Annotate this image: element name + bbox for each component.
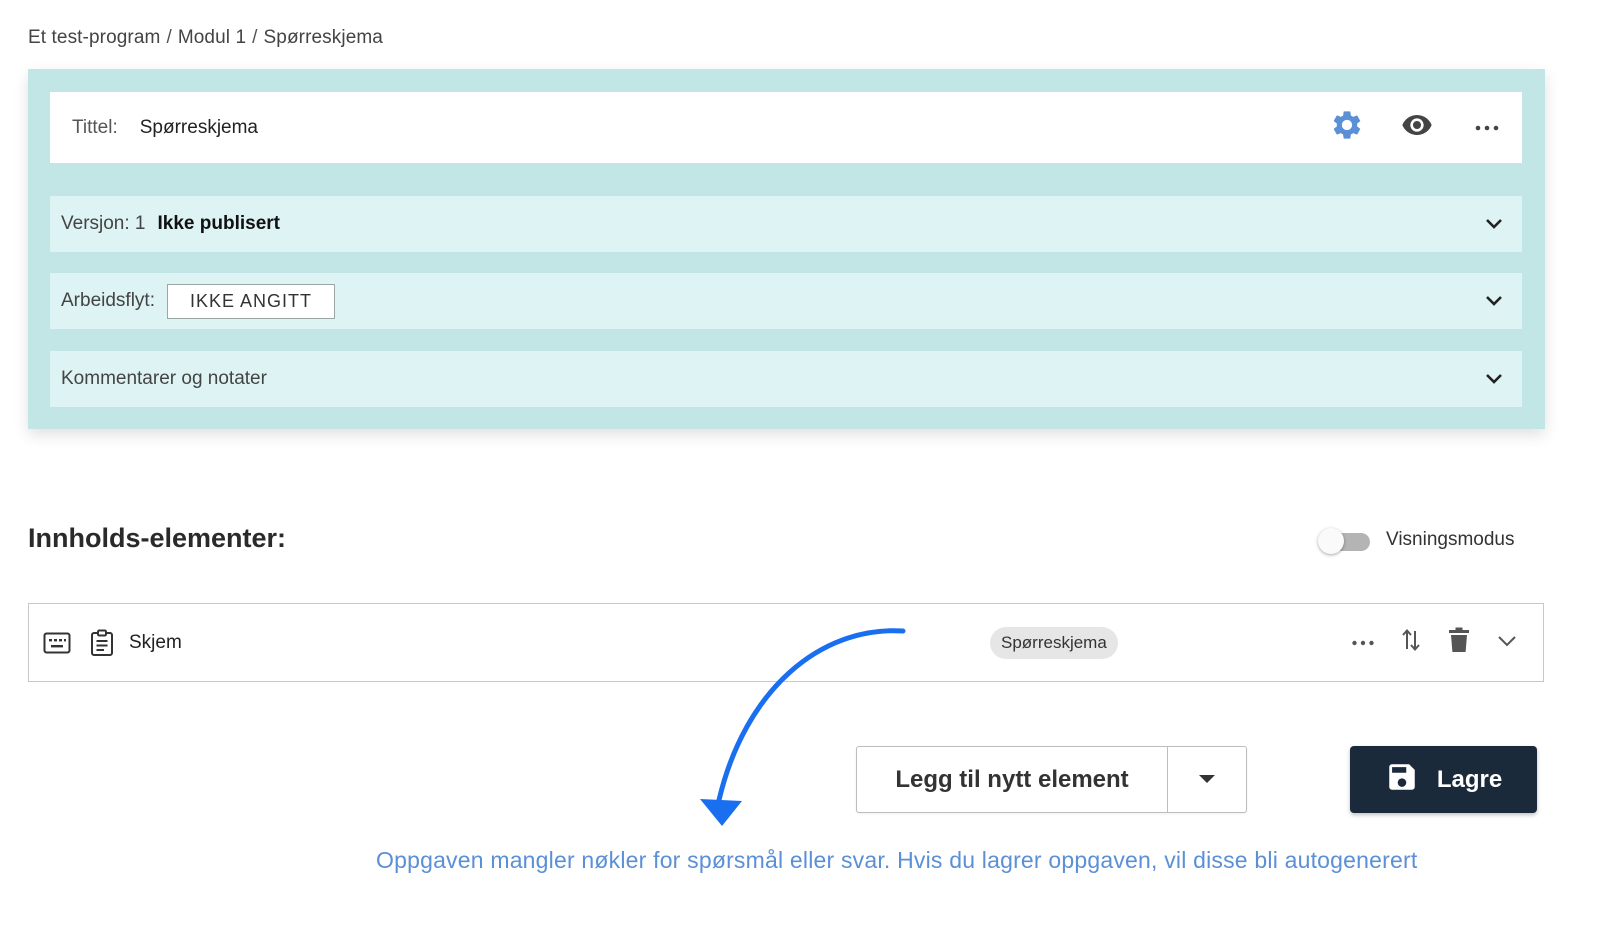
preview-button[interactable] — [1382, 92, 1452, 163]
breadcrumb-separator: / — [252, 27, 258, 48]
caret-down-icon — [1198, 771, 1216, 789]
element-more-button[interactable] — [1339, 619, 1387, 667]
element-type-chip: Spørreskjema — [990, 627, 1118, 659]
workflow-status-badge[interactable]: IKKE ANGITT — [166, 283, 336, 319]
trash-icon — [1448, 627, 1470, 658]
comments-label: Kommentarer og notater — [61, 368, 267, 389]
more-horizontal-icon — [1351, 634, 1375, 652]
chevron-down-icon — [1484, 196, 1504, 252]
version-status: Ikke publisert — [157, 213, 281, 234]
chevron-down-icon — [1497, 634, 1517, 652]
chevron-down-icon — [1484, 351, 1504, 407]
reorder-icon — [1401, 627, 1421, 658]
view-mode-label: Visningsmodus — [1386, 529, 1515, 550]
autogenerate-keys-warning: Oppgaven mangler nøkler for spørsmål ell… — [376, 847, 1418, 873]
breadcrumb-item-program[interactable]: Et test-program — [28, 27, 160, 48]
content-elements-title: Innholds-elementer: — [28, 523, 287, 553]
title-label: Tittel: — [72, 116, 118, 138]
clipboard-icon — [90, 604, 114, 681]
toggle-switch[interactable] — [1318, 528, 1370, 554]
breadcrumb-separator: / — [166, 27, 172, 48]
chevron-down-icon — [1484, 273, 1504, 329]
title-value[interactable]: Spørreskjema — [140, 117, 258, 139]
keyboard-icon — [43, 604, 71, 681]
save-icon — [1385, 760, 1419, 799]
workflow-label: Arbeidsflyt: — [61, 290, 155, 311]
view-mode-toggle[interactable]: Visningsmodus — [1318, 528, 1515, 554]
reorder-button[interactable] — [1387, 619, 1435, 667]
title-actions — [1312, 92, 1522, 163]
comments-accordion[interactable]: Kommentarer og notater — [50, 351, 1522, 407]
workflow-accordion[interactable]: Arbeidsflyt: IKKE ANGITT — [50, 273, 1522, 329]
breadcrumb-item-current: Spørreskjema — [263, 27, 383, 48]
version-label: Versjon: 1 — [61, 213, 146, 234]
eye-icon — [1401, 109, 1433, 146]
gear-icon — [1330, 108, 1364, 147]
delete-button[interactable] — [1435, 619, 1483, 667]
content-element-row[interactable]: Skjem Spørreskjema — [28, 603, 1544, 682]
more-horizontal-icon — [1474, 119, 1500, 137]
breadcrumb: Et test-program / Modul 1/Spørreskjema — [28, 27, 383, 49]
add-element-button-group: Legg til nytt element — [856, 746, 1247, 813]
add-element-button[interactable]: Legg til nytt element — [857, 747, 1168, 812]
breadcrumb-item-module[interactable]: Modul 1 — [178, 27, 246, 48]
expand-button[interactable] — [1483, 619, 1531, 667]
settings-button[interactable] — [1312, 92, 1382, 163]
save-button-label: Lagre — [1436, 765, 1503, 793]
element-name[interactable]: Skjem — [129, 604, 182, 681]
task-header-panel: Tittel: Spørreskjema Versjon: 1 Ikke pub… — [28, 69, 1545, 429]
title-row: Tittel: Spørreskjema — [50, 92, 1522, 163]
element-actions — [1339, 604, 1543, 681]
add-element-dropdown-button[interactable] — [1168, 747, 1246, 812]
more-button[interactable] — [1452, 92, 1522, 163]
save-button[interactable]: Lagre — [1350, 746, 1537, 813]
version-accordion[interactable]: Versjon: 1 Ikke publisert — [50, 196, 1522, 252]
